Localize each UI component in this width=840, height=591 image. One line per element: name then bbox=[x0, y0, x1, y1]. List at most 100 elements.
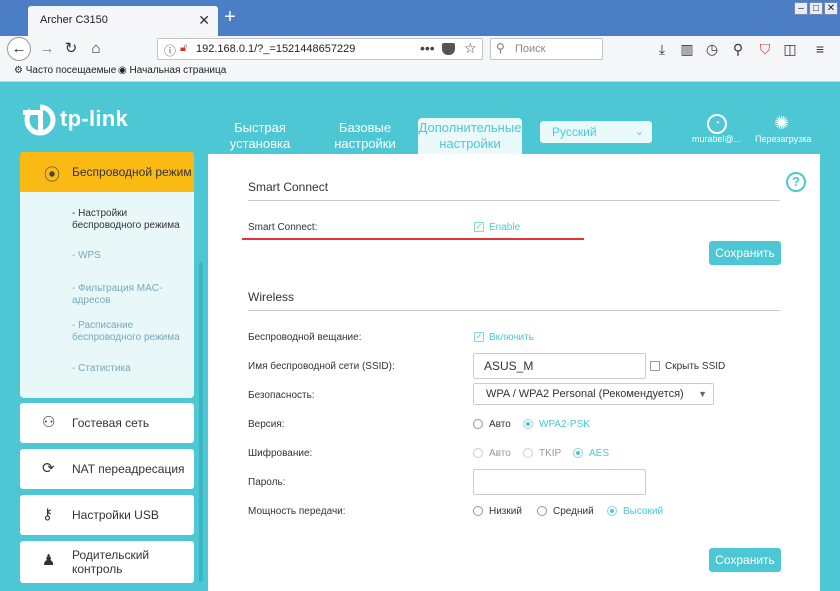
back-icon[interactable]: ← bbox=[7, 37, 31, 61]
sidebar-item-label: NAT переадресация bbox=[72, 462, 185, 476]
version-option-auto[interactable]: Авто bbox=[489, 419, 511, 430]
bookmark-label: Часто посещаемые bbox=[25, 65, 117, 76]
submenu-statistics[interactable]: - Статистика bbox=[72, 363, 192, 375]
sidebar-item-label: Гостевая сеть bbox=[72, 416, 150, 430]
version-radio-wpa2[interactable] bbox=[523, 419, 533, 429]
minimize-icon[interactable]: – bbox=[794, 2, 808, 15]
bookmark-label: Начальная страница bbox=[129, 65, 227, 76]
security-value: WPA / WPA2 Personal (Рекомендуется) bbox=[486, 388, 684, 400]
info-icon[interactable]: ⓘ bbox=[164, 42, 176, 59]
tab-basic[interactable]: Базовые настройки bbox=[315, 120, 415, 154]
bookmark-start-page[interactable]: ◉ Начальная страница bbox=[118, 65, 226, 76]
encryption-radio-auto[interactable] bbox=[473, 448, 483, 458]
user-label[interactable]: murabel@... bbox=[692, 134, 741, 144]
maximize-icon[interactable]: □ bbox=[809, 2, 823, 15]
history-icon[interactable]: ◷ bbox=[702, 39, 722, 59]
version-option-wpa2[interactable]: WPA2-PSK bbox=[539, 419, 590, 430]
sidebar-item-wireless[interactable]: ⦿ Беспроводной режим bbox=[20, 152, 194, 192]
save-button-wireless[interactable]: Сохранить bbox=[709, 548, 781, 572]
power-radio-low[interactable] bbox=[473, 506, 483, 516]
page-actions-icon[interactable]: ••• bbox=[420, 40, 435, 56]
bookmark-star-icon[interactable]: ☆ bbox=[464, 40, 477, 57]
chevron-down-icon: ⌄ bbox=[634, 126, 644, 138]
encryption-option-auto[interactable]: Авто bbox=[489, 448, 511, 459]
bookmark-frequent[interactable]: ⚙ Часто посещаемые bbox=[14, 65, 116, 76]
password-label: Пароль: bbox=[248, 477, 286, 488]
new-tab-icon[interactable]: + bbox=[220, 7, 240, 29]
section-divider bbox=[248, 200, 780, 201]
reboot-label[interactable]: Перезагрузка bbox=[755, 134, 811, 144]
downloads-icon[interactable]: ⤓ bbox=[652, 39, 672, 59]
submenu-wireless-settings[interactable]: - Настройки беспроводного режима bbox=[72, 208, 192, 232]
encryption-radio-tkip[interactable] bbox=[523, 448, 533, 458]
sidebar-item-label: Настройки USB bbox=[72, 508, 159, 522]
sidebar-item-label: Родительский контроль bbox=[72, 548, 150, 576]
submenu-wireless-schedule[interactable]: - Расписание беспроводного режима bbox=[72, 320, 192, 344]
settings-panel: ? Smart Connect Smart Connect: ✓ Enable … bbox=[208, 154, 820, 591]
save-button-smart-connect[interactable]: Сохранить bbox=[709, 241, 781, 265]
encryption-option-tkip[interactable]: TKIP bbox=[539, 448, 561, 459]
browser-tab[interactable]: Archer C3150 ✕ bbox=[28, 6, 218, 36]
power-option-low[interactable]: Низкий bbox=[489, 506, 522, 517]
version-label: Версия: bbox=[248, 419, 285, 430]
pocket-icon[interactable] bbox=[442, 43, 455, 55]
encryption-option-aes[interactable]: AES bbox=[589, 448, 609, 459]
shield-icon[interactable]: ⛉ bbox=[755, 39, 775, 59]
section-divider bbox=[248, 310, 780, 311]
security-select[interactable]: WPA / WPA2 Personal (Рекомендуется) ▼ bbox=[473, 383, 714, 405]
menu-icon[interactable]: ≡ bbox=[810, 39, 830, 59]
bookmarks-bar: ⚙ Часто посещаемые ◉ Начальная страница bbox=[0, 62, 840, 82]
parental-control-icon: ♟ bbox=[42, 552, 56, 569]
broadcast-enable-label[interactable]: Включить bbox=[489, 332, 534, 343]
router-admin-page: tp-link Быстрая установка Базовые настро… bbox=[0, 82, 840, 591]
encryption-radio-aes[interactable] bbox=[573, 448, 583, 458]
wifi-icon: ⦿ bbox=[44, 167, 61, 184]
sidebar-item-parental[interactable]: ♟ Родительский контроль bbox=[20, 541, 194, 583]
close-window-icon[interactable]: ✕ bbox=[824, 2, 838, 15]
ssid-input[interactable]: ASUS_M bbox=[473, 353, 646, 379]
smart-connect-enable-label[interactable]: Enable bbox=[489, 222, 520, 233]
password-input[interactable] bbox=[473, 469, 646, 495]
insecure-lock-icon[interactable]: 🔓︎ bbox=[180, 42, 187, 55]
reload-icon[interactable]: ↻ bbox=[61, 39, 81, 59]
sidebar-item-guest-network[interactable]: ⚇ Гостевая сеть bbox=[20, 403, 194, 443]
sidebar-icon[interactable]: ◫ bbox=[780, 39, 800, 59]
section-title-wireless: Wireless bbox=[248, 290, 295, 304]
tab-title: Archer C3150 bbox=[40, 14, 108, 26]
home-icon[interactable]: ⌂ bbox=[86, 39, 106, 59]
zoom-icon[interactable]: ⚲ bbox=[728, 39, 748, 59]
forward-icon[interactable]: → bbox=[37, 39, 57, 59]
security-label: Безопасность: bbox=[248, 390, 315, 401]
submenu-mac-filter[interactable]: - Фильтрация MAC-адресов bbox=[72, 283, 192, 307]
reboot-icon[interactable]: ✺ bbox=[774, 113, 789, 134]
power-radio-medium[interactable] bbox=[537, 506, 547, 516]
browser-tab-bar: Archer C3150 ✕ + – □ ✕ bbox=[0, 0, 840, 36]
hide-ssid-checkbox[interactable] bbox=[650, 361, 660, 371]
library-icon[interactable]: ▥ bbox=[677, 39, 697, 59]
url-bar[interactable]: ⓘ 🔓︎ 192.168.0.1/?_=1521448657229 ••• ☆ bbox=[157, 38, 483, 60]
language-select[interactable]: Русский ⌄ bbox=[540, 121, 652, 143]
help-icon[interactable]: ? bbox=[786, 172, 806, 192]
power-option-medium[interactable]: Средний bbox=[553, 506, 594, 517]
sidebar-item-nat[interactable]: ⟳ NAT переадресация bbox=[20, 449, 194, 489]
sidebar-item-label: Беспроводной режим bbox=[72, 165, 192, 179]
guests-icon: ⚇ bbox=[42, 414, 56, 431]
search-input[interactable]: ⚲ Поиск bbox=[490, 38, 603, 60]
hide-ssid-label[interactable]: Скрыть SSID bbox=[665, 361, 725, 372]
sidebar-scrollbar[interactable] bbox=[199, 262, 203, 582]
url-text[interactable]: 192.168.0.1/?_=1521448657229 bbox=[196, 43, 355, 55]
close-tab-icon[interactable]: ✕ bbox=[198, 12, 210, 29]
power-option-high[interactable]: Высокий bbox=[623, 506, 663, 517]
user-icon[interactable]: ◔ bbox=[707, 114, 727, 134]
submenu-wps[interactable]: - WPS bbox=[72, 250, 192, 262]
smart-connect-checkbox[interactable]: ✓ bbox=[474, 222, 484, 232]
section-title-smart-connect: Smart Connect bbox=[248, 180, 329, 194]
version-radio-auto[interactable] bbox=[473, 419, 483, 429]
power-radio-high[interactable] bbox=[607, 506, 617, 516]
tab-advanced[interactable]: Дополнительные настройки bbox=[418, 118, 522, 154]
broadcast-checkbox[interactable]: ✓ bbox=[474, 332, 484, 342]
ssid-label: Имя беспроводной сети (SSID): bbox=[248, 361, 395, 372]
usb-icon: ⚷ bbox=[42, 506, 53, 523]
sidebar-item-usb[interactable]: ⚷ Настройки USB bbox=[20, 495, 194, 535]
tab-quick-setup[interactable]: Быстрая установка bbox=[210, 120, 310, 154]
